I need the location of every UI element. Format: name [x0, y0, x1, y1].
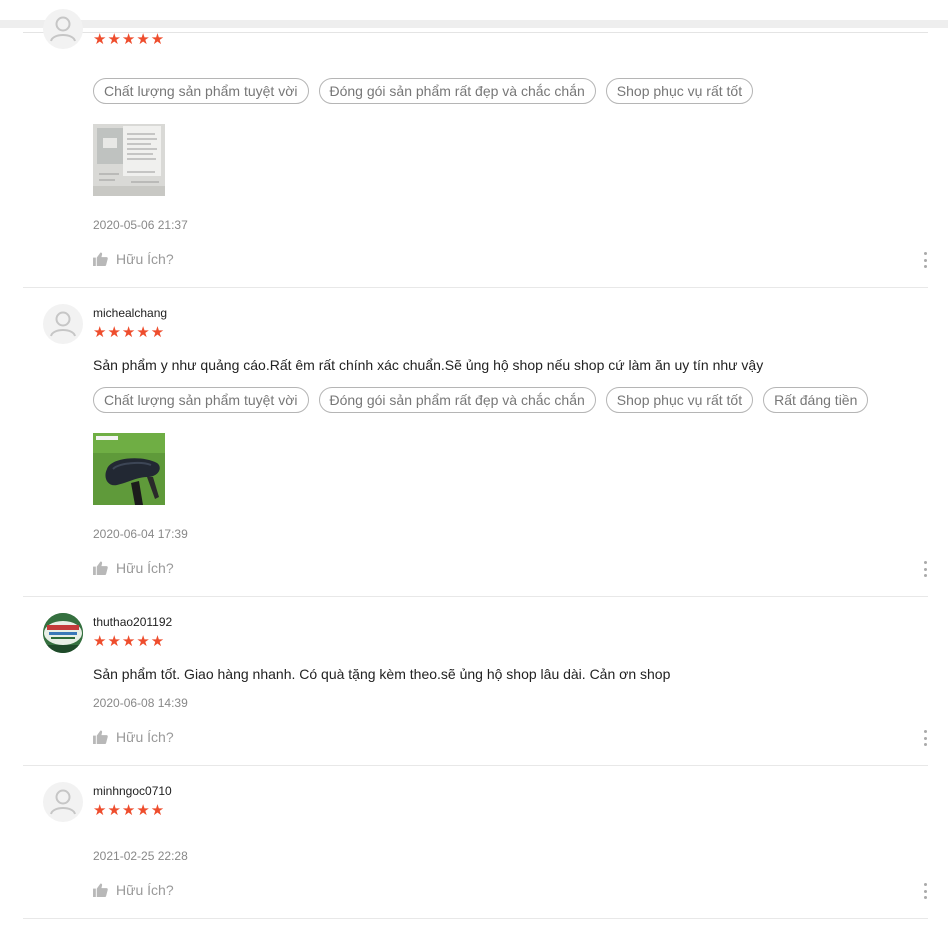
review-username[interactable]: michealchang	[93, 306, 167, 320]
helpful-label: Hữu Ích?	[116, 560, 174, 576]
star-rating: ★★★★★	[93, 31, 166, 48]
review-item: michealchang ★★★★★ Sản phẩm y như quảng …	[23, 288, 928, 597]
star-rating: ★★★★★	[93, 324, 166, 341]
review-tag: Đóng gói sản phẩm rất đẹp và chắc chắn	[318, 78, 596, 104]
thumbs-up-icon	[93, 883, 108, 897]
review-tag: Chất lượng sản phẩm tuyệt vời	[93, 387, 309, 413]
review-timestamp: 2020-06-04 17:39	[93, 527, 188, 541]
user-avatar-image	[43, 613, 83, 653]
default-avatar-icon	[50, 16, 76, 42]
review-timestamp: 2021-02-25 22:28	[93, 849, 188, 863]
more-options-icon[interactable]	[922, 252, 928, 268]
review-tag: Chất lượng sản phẩm tuyệt vời	[93, 78, 309, 104]
default-avatar-icon	[50, 311, 76, 337]
star-rating: ★★★★★	[93, 633, 166, 650]
more-options-icon[interactable]	[922, 561, 928, 577]
review-comment: Sản phẩm tốt. Giao hàng nhanh. Có quà tặ…	[93, 666, 671, 682]
thumbs-up-icon	[93, 561, 108, 575]
helpful-button[interactable]: Hữu Ích?	[93, 882, 174, 898]
review-item: minhngoc0710 ★★★★★ 2021-02-25 22:28 Hữu …	[23, 766, 928, 919]
default-avatar-icon	[50, 789, 76, 815]
avatar[interactable]	[43, 613, 83, 653]
more-options-icon[interactable]	[922, 730, 928, 746]
review-timestamp: 2020-05-06 21:37	[93, 218, 188, 232]
review-item: thuthao201192 ★★★★★ Sản phẩm tốt. Giao h…	[23, 597, 928, 766]
helpful-label: Hữu Ích?	[116, 729, 174, 745]
helpful-button[interactable]: Hữu Ích?	[93, 729, 174, 745]
review-tag: Rất đáng tiền	[763, 387, 869, 413]
review-tags: Chất lượng sản phẩm tuyệt vời Đóng gói s…	[93, 78, 754, 104]
avatar[interactable]	[43, 782, 83, 822]
helpful-label: Hữu Ích?	[116, 882, 174, 898]
review-comment: Sản phẩm y như quảng cáo.Rất êm rất chín…	[93, 357, 764, 373]
avatar[interactable]	[43, 9, 83, 49]
review-tag: Shop phục vụ rất tốt	[605, 387, 754, 413]
review-timestamp: 2020-06-08 14:39	[93, 696, 188, 710]
review-tag: Shop phục vụ rất tốt	[605, 78, 754, 104]
helpful-button[interactable]: Hữu Ích?	[93, 560, 174, 576]
review-username[interactable]: minhngoc0710	[93, 784, 172, 798]
star-rating: ★★★★★	[93, 802, 166, 819]
thumbs-up-icon	[93, 252, 108, 266]
more-options-icon[interactable]	[922, 883, 928, 899]
avatar[interactable]	[43, 304, 83, 344]
thumbs-up-icon	[93, 730, 108, 744]
review-item: ★★★★★ Chất lượng sản phẩm tuyệt vời Đóng…	[23, 0, 928, 288]
review-username[interactable]: thuthao201192	[93, 615, 172, 629]
review-photo[interactable]	[93, 433, 165, 505]
review-divider	[23, 918, 928, 919]
review-tags: Chất lượng sản phẩm tuyệt vời Đóng gói s…	[93, 387, 869, 413]
review-photo[interactable]	[93, 124, 165, 196]
helpful-button[interactable]: Hữu Ích?	[93, 251, 174, 267]
review-tag: Đóng gói sản phẩm rất đẹp và chắc chắn	[318, 387, 596, 413]
helpful-label: Hữu Ích?	[116, 251, 174, 267]
